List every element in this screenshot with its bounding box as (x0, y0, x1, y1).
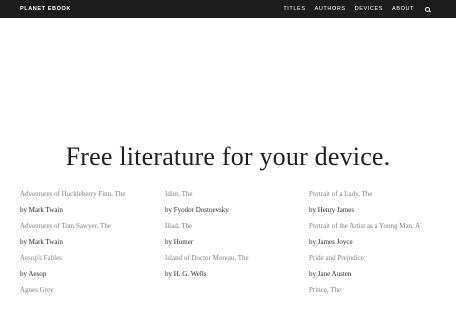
book-title-link[interactable]: Portrait of a Lady, The (309, 190, 440, 198)
search-icon-handle (428, 9, 432, 13)
book-title-link[interactable]: Island of Doctor Moreau, The (165, 254, 309, 262)
brand-logo-link[interactable]: PLANET EBOOK (20, 0, 71, 18)
book-title-link[interactable]: Agnes Grey (20, 286, 165, 294)
book-title-link[interactable]: Adventures of Huckleberry Finn, The (20, 190, 165, 198)
main-nav: TITLES AUTHORS DEVICES ABOUT (283, 0, 432, 18)
hero-heading: Free literature for your device. (65, 142, 391, 171)
nav-about-link[interactable]: ABOUT (392, 0, 414, 18)
book-author-link[interactable]: by Henry James (309, 206, 440, 214)
book-author-link[interactable]: by Jane Austen (309, 270, 440, 278)
book-title-link[interactable]: Adventures of Tom Sawyer, The (20, 222, 165, 230)
search-icon[interactable] (425, 6, 432, 13)
book-title-link[interactable]: Prince, The (309, 286, 440, 294)
book-item: Island of Doctor Moreau, The by H. G. We… (165, 254, 309, 286)
nav-authors-link[interactable]: AUTHORS (315, 0, 346, 18)
book-item: Aesop's Fables by Aesop (20, 254, 165, 286)
book-author-link[interactable]: by Fyodor Dostoevsky (165, 206, 309, 214)
book-title-link[interactable]: Pride and Prejudice (309, 254, 440, 262)
top-navigation-bar: PLANET EBOOK TITLES AUTHORS DEVICES ABOU… (0, 0, 456, 18)
book-title-link[interactable]: Iliad, The (165, 222, 309, 230)
book-author-link[interactable]: by Mark Twain (20, 206, 165, 214)
book-author-link[interactable]: by H. G. Wells (165, 270, 309, 278)
book-author-link[interactable]: by Aesop (20, 270, 165, 278)
book-title-link[interactable]: Portrait of the Artist as a Young Man, A (309, 222, 440, 230)
book-list: Adventures of Huckleberry Finn, The by M… (20, 190, 440, 318)
book-author-link[interactable]: by James Joyce (309, 238, 440, 246)
book-item: Adventures of Huckleberry Finn, The by M… (20, 190, 165, 222)
book-item: Iliad, The by Homer (165, 222, 309, 254)
book-author-link[interactable]: by Mark Twain (20, 238, 165, 246)
book-item: Prince, The (309, 286, 440, 318)
book-item (165, 286, 309, 318)
book-item: Pride and Prejudice by Jane Austen (309, 254, 440, 286)
book-item: Adventures of Tom Sawyer, The by Mark Tw… (20, 222, 165, 254)
book-item: Portrait of the Artist as a Young Man, A… (309, 222, 440, 254)
book-item: Idiot, The by Fyodor Dostoevsky (165, 190, 309, 222)
book-title-link[interactable]: Idiot, The (165, 190, 309, 198)
book-author-link[interactable]: by Homer (165, 238, 309, 246)
book-item: Portrait of a Lady, The by Henry James (309, 190, 440, 222)
book-title-link[interactable]: Aesop's Fables (20, 254, 165, 262)
book-item: Agnes Grey (20, 286, 165, 318)
nav-devices-link[interactable]: DEVICES (355, 0, 383, 18)
nav-titles-link[interactable]: TITLES (283, 0, 305, 18)
